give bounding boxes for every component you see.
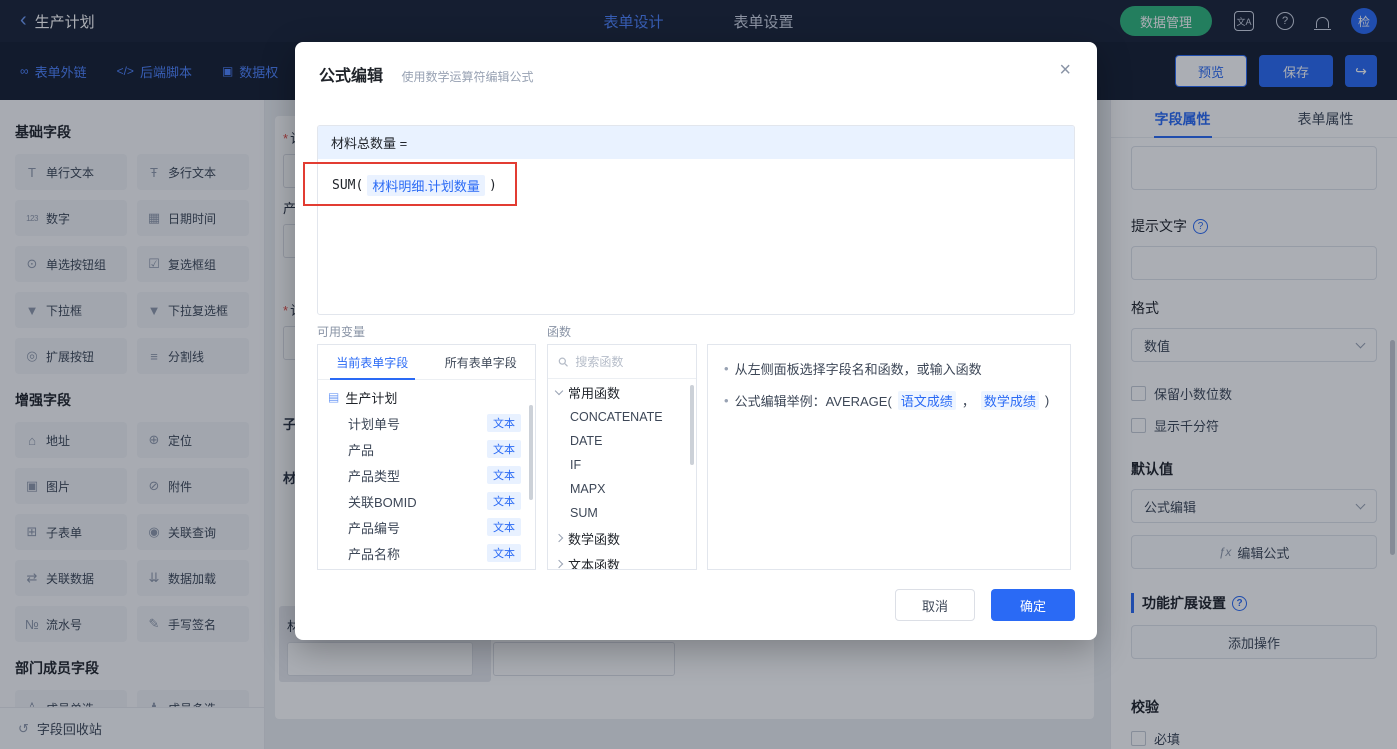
function-item[interactable]: SUM [548,501,696,525]
dialog-subtitle: 使用数学运算符编辑公式 [401,70,534,84]
formula-field-token[interactable]: 材料明细.计划数量 [367,175,485,196]
field-type-badge: 文本 [487,414,521,432]
function-item[interactable]: IF [548,453,696,477]
confirm-button[interactable]: 确定 [991,589,1075,621]
function-search[interactable] [548,345,696,379]
variable-item[interactable]: 产品名称 文本 [318,540,535,566]
function-group-math[interactable]: 数学函数 [548,525,696,551]
function-item[interactable]: CONCATENATE [548,405,696,429]
example-token-math-score: 数学成绩 [980,391,1039,410]
document-icon: ▤ [328,390,340,404]
variable-item[interactable]: 产品编号 文本 [318,514,535,540]
formula-input-area[interactable]: SUM( 材料明细.计划数量 ) [318,159,1074,212]
chevron-right-icon [554,533,564,543]
function-item[interactable]: MAPX [548,477,696,501]
formula-edit-dialog: 公式编辑 使用数学运算符编辑公式 × 材料总数量 = SUM( 材料明细.计划数… [295,42,1097,640]
cancel-button[interactable]: 取消 [895,589,975,621]
dialog-footer: 取消 确定 [895,589,1075,621]
variable-item[interactable]: 产品类型 文本 [318,462,535,488]
formula-help-panel: • 从左侧面板选择字段名和函数，或输入函数 • 公式编辑举例：AVERAGE( … [707,344,1071,570]
formula-target: 材料总数量 = [318,126,1074,159]
field-type-badge: 文本 [487,544,521,562]
variables-root-node[interactable]: ▤ 生产计划 [318,384,535,410]
variables-tabs: 当前表单字段 所有表单字段 [318,345,535,380]
help-line-2: • 公式编辑举例：AVERAGE( 语文成绩 ， 数学成绩 ) [724,391,1050,410]
variable-item[interactable]: 产品 文本 [318,436,535,462]
variables-scrollbar[interactable] [529,405,533,500]
tab-all-form-fields[interactable]: 所有表单字段 [427,345,536,379]
close-icon[interactable]: × [1059,60,1071,80]
dialog-title: 公式编辑 [319,68,384,85]
root-label: 生产计划 [345,390,398,406]
formula-close-paren: ) [488,178,497,193]
example-token-chinese-score: 语文成绩 [897,391,956,410]
function-group-text[interactable]: 文本函数 [548,551,696,569]
field-type-badge: 文本 [487,518,521,536]
chevron-right-icon [554,559,564,569]
function-search-input[interactable] [575,354,686,369]
search-icon [558,357,568,367]
functions-panel: 常用函数 CONCATENATE DATE IF MAPX SUM 数学函数 文… [547,344,697,570]
tab-current-form-fields[interactable]: 当前表单字段 [318,345,427,380]
functions-scrollbar[interactable] [690,385,694,465]
field-type-badge: 文本 [487,440,521,458]
help-line-1: • 从左侧面板选择字段名和函数，或输入函数 [724,361,982,377]
function-item[interactable]: DATE [548,429,696,453]
formula-editor: 材料总数量 = SUM( 材料明细.计划数量 ) [317,125,1075,315]
formula-function-text: SUM( [332,178,364,193]
variable-item[interactable]: 关联BOMID 文本 [318,488,535,514]
variable-item[interactable]: 计划单号 文本 [318,410,535,436]
function-group-common[interactable]: 常用函数 [548,379,696,405]
variables-label: 可用变量 [317,325,366,339]
variables-panel: 当前表单字段 所有表单字段 ▤ 生产计划 计划单号 文本 产品 文本 产品类型 文本 … [317,344,536,570]
field-type-badge: 文本 [487,466,521,484]
functions-label: 函数 [547,325,572,339]
chevron-down-icon [554,386,564,396]
field-type-badge: 文本 [487,492,521,510]
